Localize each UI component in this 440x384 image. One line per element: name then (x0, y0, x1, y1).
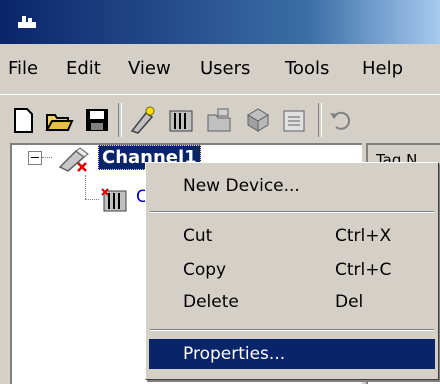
menu-item-cut[interactable]: Cut Ctrl+X (149, 221, 435, 251)
save-icon[interactable] (82, 105, 112, 135)
new-device-icon[interactable] (166, 105, 196, 135)
undo-icon[interactable] (326, 105, 356, 135)
tree-connector (85, 175, 86, 199)
app-icon (18, 16, 36, 28)
menu-item-new-device[interactable]: New Device... (149, 171, 435, 201)
device-icon (101, 188, 127, 212)
new-channel-icon[interactable] (128, 105, 158, 135)
menu-item-label: Properties... (183, 344, 286, 364)
properties-icon[interactable] (280, 105, 310, 135)
new-icon[interactable] (8, 105, 38, 135)
menu-file[interactable]: File (8, 58, 38, 79)
tree-connector (85, 199, 99, 200)
menu-item-shortcut: Ctrl+X (335, 226, 392, 246)
collapse-icon[interactable] (28, 151, 42, 165)
open-icon[interactable] (44, 105, 74, 135)
menu-item-label: Copy (183, 260, 227, 280)
menu-help[interactable]: Help (362, 58, 403, 79)
menu-item-shortcut: Ctrl+C (335, 260, 392, 280)
title-bar (0, 0, 440, 44)
new-tag-group-icon[interactable] (204, 105, 234, 135)
toolbar (0, 94, 440, 145)
menu-separator (150, 329, 434, 331)
menu-item-shortcut: Del (335, 292, 364, 312)
menu-bar: File Edit View Users Tools Help (0, 44, 440, 94)
menu-item-label: New Device... (183, 176, 300, 196)
new-tag-icon[interactable] (242, 105, 272, 135)
menu-item-copy[interactable]: Copy Ctrl+C (149, 255, 435, 285)
menu-view[interactable]: View (128, 58, 171, 79)
menu-item-properties[interactable]: Properties... (149, 339, 435, 369)
toolbar-separator (118, 103, 122, 137)
menu-tools[interactable]: Tools (285, 58, 329, 79)
channel-icon (58, 147, 89, 172)
context-menu: New Device... Cut Ctrl+X Copy Ctrl+C Del… (145, 162, 439, 380)
menu-edit[interactable]: Edit (66, 58, 101, 79)
menu-item-label: Cut (183, 226, 213, 246)
menu-users[interactable]: Users (200, 58, 250, 79)
menu-separator (150, 211, 434, 213)
menu-item-label: Delete (183, 292, 239, 312)
toolbar-separator (318, 103, 322, 137)
menu-item-delete[interactable]: Delete Del (149, 287, 435, 317)
tree-connector (42, 157, 52, 158)
